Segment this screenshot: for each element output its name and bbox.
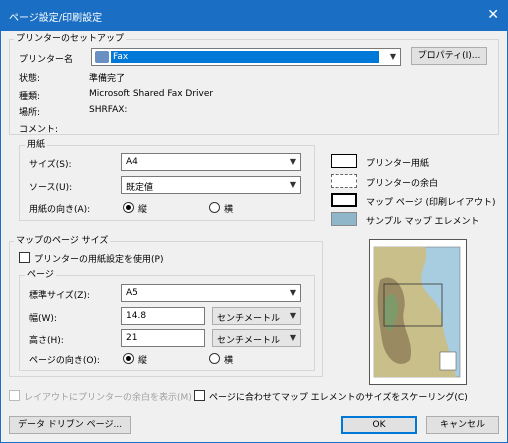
location-label: 場所:: [19, 108, 41, 118]
height-input[interactable]: 21: [121, 329, 205, 347]
fax-printer-icon: [95, 51, 109, 63]
page-landscape-radio[interactable]: [209, 353, 220, 364]
ok-button[interactable]: OK: [341, 416, 417, 434]
show-margins-label: レイアウトにプリンターの余白を表示(M): [24, 393, 192, 403]
printer-name-value: Fax: [111, 51, 379, 63]
comment-label: コメント:: [19, 125, 59, 135]
use-printer-settings-checkbox[interactable]: [19, 252, 30, 263]
use-printer-settings-label: プリンターの用紙設定を使用(P): [34, 255, 164, 265]
standard-size-label: 標準サイズ(Z):: [29, 291, 90, 301]
sample-elements-swatch: [331, 212, 357, 226]
scale-elements-label: ページに合わせてマップ エレメントのサイズをスケーリング(C): [209, 393, 468, 403]
close-icon[interactable]: ✕: [487, 6, 499, 24]
height-value: 21: [126, 333, 138, 343]
paper-landscape-label: 横: [224, 205, 234, 215]
paper-landscape-radio[interactable]: [209, 202, 220, 213]
map-page-label: マップ ページ (印刷レイアウト): [366, 198, 496, 208]
paper-legend: 用紙: [25, 139, 48, 151]
standard-size-value: A5: [126, 288, 138, 298]
type-value: Microsoft Shared Fax Driver: [89, 89, 214, 99]
chevron-down-icon: ▼: [289, 288, 296, 297]
sample-elements-label: サンプル マップ エレメント: [366, 217, 480, 227]
paper-source-select[interactable]: 既定値 ▼: [121, 176, 301, 194]
paper-size-select[interactable]: A4 ▼: [121, 153, 301, 171]
height-unit-value: センチメートル: [217, 336, 281, 346]
title-bar: ページ設定/印刷設定 ✕: [1, 1, 507, 31]
paper-source-value: 既定値: [126, 183, 154, 193]
map-page-size-legend: マップのページ サイズ: [14, 235, 111, 247]
page-portrait-label: 縦: [138, 356, 148, 366]
status-value: 準備完了: [89, 74, 126, 84]
cancel-button[interactable]: キャンセル: [426, 416, 499, 434]
map-page-swatch: [331, 193, 357, 207]
page-orientation-label: ページの向き(O):: [29, 356, 100, 366]
paper-size-value: A4: [126, 157, 138, 167]
printer-setup-legend: プリンターのセットアップ: [14, 33, 127, 45]
chevron-down-icon: ▼: [289, 311, 296, 320]
printer-name-label: プリンター名: [19, 55, 74, 65]
paper-orientation-label: 用紙の向き(A):: [29, 205, 91, 215]
window-title: ページ設定/印刷設定: [9, 13, 103, 24]
data-driven-pages-button[interactable]: データ ドリブン ページ...: [9, 416, 131, 434]
page-legend: ページ: [25, 269, 56, 281]
scale-elements-checkbox[interactable]: [194, 390, 205, 401]
paper-source-label: ソース(U):: [29, 183, 73, 193]
printer-margin-label: プリンターの余白: [366, 179, 439, 189]
printer-margin-swatch: [331, 174, 357, 188]
width-input[interactable]: 14.8: [121, 307, 205, 325]
width-value: 14.8: [126, 311, 147, 321]
width-unit-value: センチメートル: [217, 314, 281, 324]
paper-size-label: サイズ(S):: [29, 160, 72, 170]
page-portrait-radio[interactable]: [123, 353, 134, 364]
type-label: 種類:: [19, 92, 41, 102]
page-preview: [369, 239, 467, 385]
show-margins-checkbox[interactable]: [9, 390, 20, 401]
chevron-down-icon: ▼: [289, 333, 296, 342]
chevron-down-icon: ▼: [389, 52, 396, 61]
map-preview-image: [373, 246, 461, 378]
height-label: 高さ(H):: [29, 336, 64, 346]
paper-portrait-label: 縦: [138, 205, 148, 215]
width-label: 幅(W):: [29, 314, 57, 324]
paper-portrait-radio[interactable]: [123, 202, 134, 213]
printer-name-select[interactable]: Fax ▼: [91, 48, 401, 66]
location-value: SHRFAX:: [89, 105, 128, 115]
page-setup-dialog: ページ設定/印刷設定 ✕ プリンターのセットアップ プリンター名 Fax ▼ プ…: [0, 0, 508, 443]
printer-paper-label: プリンター用紙: [366, 159, 430, 169]
page-landscape-label: 横: [224, 356, 234, 366]
standard-size-select[interactable]: A5 ▼: [121, 284, 301, 302]
chevron-down-icon: ▼: [289, 180, 296, 189]
status-label: 状態:: [19, 74, 41, 84]
chevron-down-icon: ▼: [289, 157, 296, 166]
width-unit-select[interactable]: センチメートル ▼: [212, 307, 301, 325]
height-unit-select[interactable]: センチメートル ▼: [212, 329, 301, 347]
printer-paper-swatch: [331, 154, 357, 168]
properties-button[interactable]: プロパティ(I)...: [411, 47, 487, 65]
